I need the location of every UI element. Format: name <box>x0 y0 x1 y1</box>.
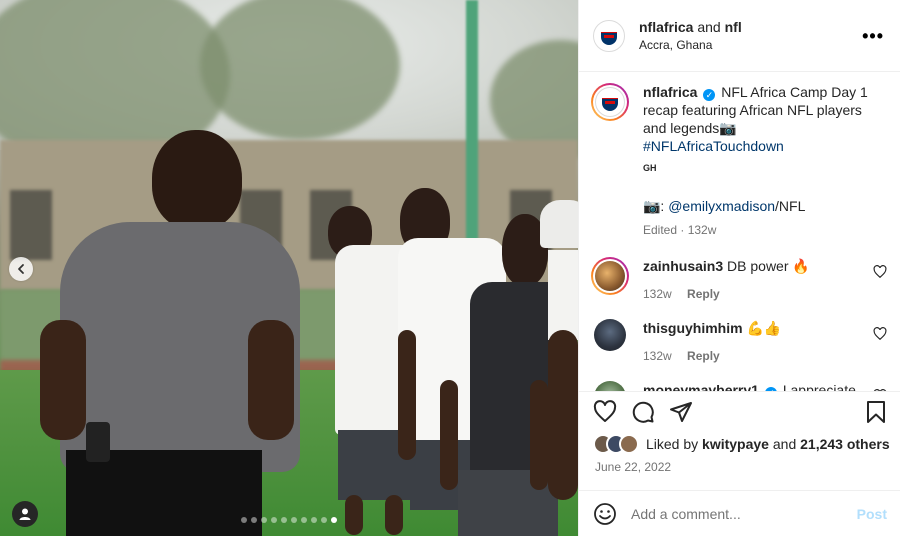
post-location[interactable]: Accra, Ghana <box>639 38 742 52</box>
comments-list: nflafrica ✓ NFL Africa Camp Day 1 recap … <box>579 73 900 391</box>
tagged-users-button[interactable] <box>12 501 38 527</box>
add-comment-bar: Post <box>579 490 900 536</box>
comment-age: 132w <box>643 349 672 363</box>
heart-icon[interactable] <box>873 265 887 279</box>
likes-count[interactable]: 21,243 others <box>800 436 890 452</box>
post-sidebar: nflafrica and nfl Accra, Ghana ••• nflaf… <box>578 0 900 536</box>
comment-text: I appreciate <box>782 382 856 391</box>
heart-icon[interactable] <box>873 327 887 341</box>
comment-username[interactable]: moneymayberry1 <box>643 382 759 391</box>
likes-user[interactable]: kwitypaye <box>702 436 769 452</box>
likes-summary[interactable]: Liked by kwitypaye and 21,243 others <box>593 434 890 454</box>
comment-body: zainhusain3 DB power 🔥 132w Reply <box>643 257 887 303</box>
comment-username[interactable]: thisguyhimhim <box>643 320 743 336</box>
likes-middle: and <box>772 436 797 452</box>
carousel-dot <box>321 517 327 523</box>
credit-suffix: /NFL <box>775 198 806 214</box>
post-date: June 22, 2022 <box>595 460 672 474</box>
caption-avatar-ring[interactable] <box>591 83 629 121</box>
post-comment-button[interactable]: Post <box>857 506 887 522</box>
comment-avatar[interactable] <box>594 381 626 391</box>
caption-badge: GH <box>643 163 657 173</box>
comment-text: DB power 🔥 <box>727 258 810 274</box>
comment-avatar[interactable] <box>594 319 626 351</box>
verified-badge-icon: ✓ <box>703 89 716 101</box>
author-connector: and <box>697 19 721 35</box>
account-avatar[interactable] <box>593 19 625 52</box>
carousel-dot <box>271 517 277 523</box>
photo-window <box>10 190 52 260</box>
share-icon[interactable] <box>669 400 693 424</box>
emoji-icon[interactable] <box>593 502 617 526</box>
comment-row: moneymayberry1 ✓ I appreciate <box>591 381 887 391</box>
comment-meta: 132w Reply <box>643 285 869 303</box>
photo-pole <box>466 0 478 240</box>
carousel-dot <box>241 517 247 523</box>
caption-edited: Edited <box>643 223 678 237</box>
chevron-left-icon <box>18 264 24 274</box>
collaborator-username[interactable]: nfl <box>725 19 742 35</box>
likes-prefix: Liked by <box>646 436 699 452</box>
comment-avatar-ring[interactable] <box>591 257 629 295</box>
caption-row: nflafrica ✓ NFL Africa Camp Day 1 recap … <box>591 83 887 239</box>
more-options-button[interactable]: ••• <box>862 26 884 47</box>
carousel-dot <box>281 517 287 523</box>
caption-age: 132w <box>687 223 717 237</box>
comment-row: thisguyhimhim 💪👍 132w Reply <box>591 319 887 365</box>
post-header: nflafrica and nfl Accra, Ghana ••• <box>579 0 900 72</box>
post-header-text: nflafrica and nfl Accra, Ghana <box>639 19 742 52</box>
author-username[interactable]: nflafrica <box>639 19 693 35</box>
reply-button[interactable]: Reply <box>687 287 720 301</box>
carousel-dot <box>301 517 307 523</box>
reply-button[interactable]: Reply <box>687 349 720 363</box>
carousel-dot <box>311 517 317 523</box>
previous-slide-button[interactable] <box>9 257 33 281</box>
nfl-shield-icon <box>601 26 617 45</box>
comment-input[interactable] <box>631 505 857 522</box>
carousel-indicator <box>0 517 578 523</box>
comment-age: 132w <box>643 287 672 301</box>
comment-row: zainhusain3 DB power 🔥 132w Reply <box>591 257 887 303</box>
post-authors: nflafrica and nfl <box>639 19 742 35</box>
caption-credit: 📷: @emilyxmadison/NFL <box>643 197 869 215</box>
comment-meta: 132w Reply <box>643 347 869 365</box>
comment-username[interactable]: zainhusain3 <box>643 258 723 274</box>
comment-text: 💪👍 <box>746 320 782 336</box>
more-horizontal-icon: ••• <box>862 26 884 46</box>
caption-hashtag[interactable]: #NFLAfricaTouchdown <box>643 138 784 154</box>
caption-body: nflafrica ✓ NFL Africa Camp Day 1 recap … <box>643 83 887 239</box>
bookmark-icon[interactable] <box>865 400 887 424</box>
caption-meta: Edited · 132w <box>643 223 717 237</box>
likes-text: Liked by kwitypaye and 21,243 others <box>646 436 890 452</box>
comment-icon[interactable] <box>631 400 655 424</box>
carousel-dot-active <box>331 517 337 523</box>
carousel-dot <box>261 517 267 523</box>
nfl-shield-icon <box>602 93 618 111</box>
carousel-dot <box>251 517 257 523</box>
comment-body: thisguyhimhim 💪👍 132w Reply <box>643 319 887 365</box>
post-photo <box>0 0 578 536</box>
user-icon <box>19 508 31 520</box>
comment-avatar <box>595 261 625 291</box>
credit-mention[interactable]: @emilyxmadison <box>668 198 775 214</box>
caption-username[interactable]: nflafrica <box>643 84 697 100</box>
like-heart-icon[interactable] <box>593 399 617 424</box>
credit-prefix: 📷: <box>643 198 665 214</box>
liker-avatar <box>619 434 639 454</box>
comment-body: moneymayberry1 ✓ I appreciate <box>643 381 887 391</box>
carousel-dot <box>291 517 297 523</box>
post-actions <box>579 391 900 431</box>
